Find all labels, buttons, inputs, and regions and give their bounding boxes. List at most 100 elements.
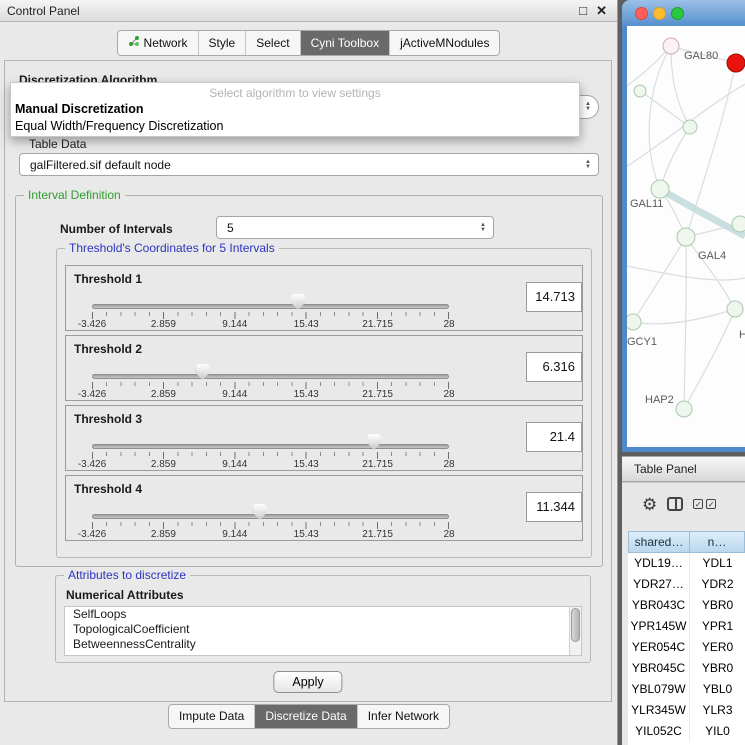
threshold-3-slider[interactable]: -3.4262.8599.14415.4321.71528 bbox=[92, 434, 449, 470]
combo-arrows-icon: ▲▼ bbox=[582, 160, 598, 170]
table-cell: YBR043C bbox=[628, 595, 690, 616]
tick-label: 21.715 bbox=[362, 459, 393, 470]
tick-label: 2.859 bbox=[151, 319, 176, 330]
tab-impute-data[interactable]: Impute Data bbox=[169, 705, 254, 728]
threshold-label: Threshold 4 bbox=[74, 482, 142, 496]
tab-cyni-toolbox[interactable]: Cyni Toolbox bbox=[300, 31, 389, 55]
threshold-1-slider[interactable]: -3.4262.8599.14415.4321.71528 bbox=[92, 294, 449, 330]
table-row[interactable]: YDR27…YDR2 bbox=[628, 574, 745, 595]
tick-label: 21.715 bbox=[362, 529, 393, 540]
zoom-button[interactable] bbox=[671, 7, 684, 20]
table-row[interactable]: YER054CYER0 bbox=[628, 637, 745, 658]
node[interactable] bbox=[683, 120, 697, 134]
table-row[interactable]: YBR045CYBR0 bbox=[628, 658, 745, 679]
attribute-list-item[interactable]: BetweennessCentrality bbox=[65, 637, 581, 652]
column-header-name[interactable]: n… bbox=[690, 531, 745, 553]
menu-item-manual-discretization[interactable]: Manual Discretization bbox=[15, 102, 144, 116]
threshold-value-field[interactable]: 11.344 bbox=[526, 492, 582, 522]
slider-track[interactable] bbox=[92, 514, 449, 519]
slider-track[interactable] bbox=[92, 374, 449, 379]
table-row[interactable]: YDL19…YDL1 bbox=[628, 553, 745, 574]
number-of-intervals-value: 5 bbox=[217, 221, 477, 235]
menu-item-equal-width-frequency[interactable]: Equal Width/Frequency Discretization bbox=[15, 119, 223, 133]
network-canvas[interactable]: GAL80 GAL11 GAL4 GCY1 HAP2 H bbox=[627, 26, 745, 447]
select-columns-icon[interactable]: ✓ ✓ bbox=[693, 499, 716, 509]
slider-track[interactable] bbox=[92, 304, 449, 309]
threshold-1-panel: Threshold 1 -3.4262.8599.14415.4321.7152… bbox=[65, 265, 583, 331]
tab-label: Infer Network bbox=[368, 709, 439, 723]
slider-track[interactable] bbox=[92, 444, 449, 449]
columns-icon[interactable] bbox=[667, 497, 683, 511]
column-header-shared-name[interactable]: shared… bbox=[628, 531, 690, 553]
number-of-intervals-label: Number of Intervals bbox=[60, 222, 173, 236]
scrollbar-thumb[interactable] bbox=[571, 608, 580, 642]
tab-discretize-data[interactable]: Discretize Data bbox=[254, 705, 356, 728]
tick-label: 21.715 bbox=[362, 389, 393, 400]
tab-infer-network[interactable]: Infer Network bbox=[357, 705, 449, 728]
node-gal4[interactable] bbox=[677, 228, 695, 246]
threshold-value-field[interactable]: 21.4 bbox=[526, 422, 582, 452]
node[interactable] bbox=[732, 216, 745, 232]
node-label-gcy1: GCY1 bbox=[627, 336, 657, 348]
table-panel-titlebar[interactable]: Table Panel bbox=[622, 456, 745, 482]
table-body: YDL19…YDL1YDR27…YDR2YBR043CYBR0YPR145WYP… bbox=[628, 553, 745, 742]
network-window-titlebar[interactable] bbox=[622, 0, 745, 26]
tab-group: Network Style Select Cyni Toolbox jActiv… bbox=[117, 30, 501, 56]
close-button[interactable] bbox=[635, 7, 648, 20]
threshold-2-slider[interactable]: -3.4262.8599.14415.4321.71528 bbox=[92, 364, 449, 400]
node-hap2[interactable] bbox=[676, 401, 692, 417]
node-label-gal11: GAL11 bbox=[630, 198, 663, 210]
bottom-tab-group: Impute Data Discretize Data Infer Networ… bbox=[168, 704, 450, 729]
tick-label: 9.144 bbox=[222, 529, 247, 540]
table-row[interactable]: YLR345WYLR3 bbox=[628, 700, 745, 721]
table-cell: YDL1 bbox=[690, 553, 745, 574]
number-of-intervals-select[interactable]: 5 ▲▼ bbox=[216, 216, 494, 239]
threshold-value-field[interactable]: 14.713 bbox=[526, 282, 582, 312]
threshold-4-slider[interactable]: -3.4262.8599.14415.4321.71528 bbox=[92, 504, 449, 540]
table-row[interactable]: YBL079WYBL0 bbox=[628, 679, 745, 700]
apply-button[interactable]: Apply bbox=[273, 671, 342, 693]
node-gal11[interactable] bbox=[651, 180, 669, 198]
table-row[interactable]: YBR043CYBR0 bbox=[628, 595, 745, 616]
threshold-label: Threshold 3 bbox=[74, 412, 142, 426]
attribute-list-item[interactable]: SelfLoops bbox=[65, 607, 581, 622]
tick-label: 9.144 bbox=[222, 319, 247, 330]
tab-label: Select bbox=[256, 36, 289, 50]
close-icon[interactable]: ✕ bbox=[596, 3, 607, 19]
tab-network[interactable]: Network bbox=[118, 31, 198, 55]
table-panel-title: Table Panel bbox=[634, 462, 697, 476]
node[interactable] bbox=[727, 301, 743, 317]
tick-label: 9.144 bbox=[222, 389, 247, 400]
panel-title: Control Panel bbox=[7, 4, 80, 18]
tab-jactivemnodules[interactable]: jActiveMNodules bbox=[389, 31, 499, 55]
table-row[interactable]: YIL052CYIL0 bbox=[628, 721, 745, 742]
node[interactable] bbox=[634, 85, 646, 97]
tick-label: 28 bbox=[443, 389, 454, 400]
table-cell: YDR2 bbox=[690, 574, 745, 595]
threshold-2-panel: Threshold 2 -3.4262.8599.14415.4321.7152… bbox=[65, 335, 583, 401]
table-cell: YBR0 bbox=[690, 658, 745, 679]
node-label-truncated: H bbox=[739, 329, 745, 341]
threshold-label: Threshold 1 bbox=[74, 272, 142, 286]
tab-label: Impute Data bbox=[179, 709, 244, 723]
thresholds-group: Threshold's Coordinates for 5 Intervals … bbox=[56, 248, 592, 558]
threshold-4-panel: Threshold 4 -3.4262.8599.14415.4321.7152… bbox=[65, 475, 583, 541]
cyni-toolbox-panel: Discretization Algorithm ▲▼ Table Data g… bbox=[4, 60, 612, 702]
numerical-attributes-label: Numerical Attributes bbox=[66, 588, 184, 602]
list-scrollbar[interactable] bbox=[569, 607, 581, 655]
attributes-group: Attributes to discretize Numerical Attri… bbox=[55, 575, 591, 663]
table-row[interactable]: YPR145WYPR1 bbox=[628, 616, 745, 637]
attribute-list-item[interactable]: TopologicalCoefficient bbox=[65, 622, 581, 637]
tab-select[interactable]: Select bbox=[245, 31, 299, 55]
node-selected-red[interactable] bbox=[727, 54, 745, 72]
settings-gear-icon[interactable]: ⚙ bbox=[642, 496, 657, 513]
node-gal80[interactable] bbox=[663, 38, 679, 54]
node-gcy1[interactable] bbox=[627, 314, 641, 330]
minimize-button[interactable] bbox=[653, 7, 666, 20]
table-toolbar: ⚙ ✓ ✓ bbox=[622, 489, 745, 519]
combo-arrows-icon: ▲▼ bbox=[582, 102, 598, 112]
table-data-select[interactable]: galFiltered.sif default node ▲▼ bbox=[19, 153, 599, 176]
tab-style[interactable]: Style bbox=[198, 31, 246, 55]
threshold-value-field[interactable]: 6.316 bbox=[526, 352, 582, 382]
float-icon[interactable]: □ bbox=[579, 3, 587, 18]
